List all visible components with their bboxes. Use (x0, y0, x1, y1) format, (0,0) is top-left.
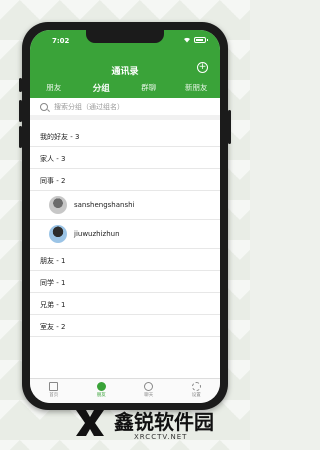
phone-side-button (19, 78, 22, 92)
avatar (49, 196, 67, 214)
tabbar-label: 首页 (49, 393, 59, 398)
battery-icon (194, 36, 208, 43)
status-icons (183, 36, 208, 43)
group-label: 室友 - 2 (40, 323, 66, 331)
house-icon (49, 382, 59, 391)
watermark-title: 鑫锐软件园 (114, 410, 214, 434)
group-list: 我的好友 - 3 家人 - 3 同事 - 2 sanshengshanshi j… (30, 125, 220, 337)
phone-notch (86, 30, 164, 43)
tab-groups[interactable]: 分组 (78, 82, 126, 96)
search-bar[interactable]: 搜索分组（通过组名） (30, 98, 220, 120)
group-row-classmates[interactable]: 同学 - 1 (30, 271, 220, 293)
tabbar-label: 聊天 (144, 393, 154, 398)
group-label: 朋友 - 1 (40, 257, 66, 265)
search-icon (40, 103, 48, 111)
status-bar: 7:02 (30, 30, 220, 48)
group-label: 同学 - 1 (40, 279, 66, 287)
group-label: 兄弟 - 1 (40, 301, 66, 309)
group-row-colleagues[interactable]: 同事 - 2 (30, 169, 220, 191)
tabbar-item-home[interactable]: 首页 (30, 379, 78, 403)
member-row[interactable]: sanshengshanshi (30, 191, 220, 220)
group-row-family[interactable]: 家人 - 3 (30, 147, 220, 169)
plus-icon[interactable]: + (197, 62, 208, 73)
tab-bar-top: 朋友 分组 群聊 新朋友 (30, 82, 220, 96)
tabbar-label: 朋友 (96, 393, 106, 398)
watermark-logo (76, 410, 104, 436)
group-row-brothers[interactable]: 兄弟 - 1 (30, 293, 220, 315)
group-row-roommates[interactable]: 室友 - 2 (30, 315, 220, 337)
tab-group-chats[interactable]: 群聊 (125, 82, 173, 96)
gear-icon (191, 382, 201, 391)
page-title: 通讯录 (111, 67, 139, 77)
site-watermark: 鑫锐软件园 XRCCTV.NET (72, 400, 250, 450)
watermark-url: XRCCTV.NET (134, 433, 188, 441)
tab-new-friends[interactable]: 新朋友 (173, 82, 221, 96)
group-label: 同事 - 2 (40, 177, 66, 185)
tabbar-label: 设置 (191, 393, 201, 398)
phone-volume-up-button (19, 100, 22, 122)
group-label: 家人 - 3 (40, 155, 66, 163)
avatar (49, 225, 67, 243)
frog-icon (96, 382, 106, 391)
member-name: sanshengshanshi (74, 201, 135, 209)
phone-power-button (228, 110, 231, 144)
search-input[interactable]: 搜索分组（通过组名） (54, 102, 124, 112)
group-row-my-friends[interactable]: 我的好友 - 3 (30, 125, 220, 147)
group-row-friends[interactable]: 朋友 - 1 (30, 249, 220, 271)
tab-friends[interactable]: 朋友 (30, 82, 78, 96)
wifi-icon (184, 37, 190, 43)
member-name: jiuwuzhizhun (74, 230, 120, 238)
app-screen: 7:02 通讯录 + 朋友 分组 群聊 新朋友 搜索分组（通过组名） 我的好友 … (30, 30, 220, 403)
member-row[interactable]: jiuwuzhizhun (30, 220, 220, 249)
status-time: 7:02 (52, 37, 70, 45)
phone-volume-down-button (19, 126, 22, 148)
chat-icon (144, 382, 154, 391)
group-label: 我的好友 - 3 (40, 133, 80, 141)
app-header: 7:02 通讯录 + 朋友 分组 群聊 新朋友 (30, 30, 220, 98)
